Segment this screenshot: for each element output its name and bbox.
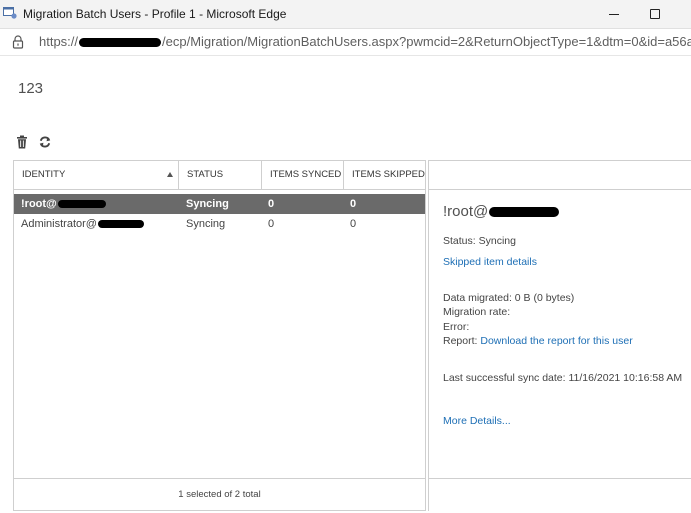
redaction-mark: [57, 200, 106, 209]
address-bar[interactable]: https:// /ecp/Migration/MigrationBatchUse…: [0, 29, 691, 56]
column-header-identity[interactable]: IDENTITY: [14, 161, 179, 189]
error-text: Error:: [443, 321, 470, 333]
items-skipped-cell: 0: [350, 218, 357, 230]
identity-text: !root@: [21, 198, 57, 210]
users-list-pane: IDENTITY STATUS ITEMS SYNCED ITEMS SKIPP…: [13, 160, 426, 511]
status-cell: Syncing: [186, 198, 229, 210]
page-heading: 123: [18, 80, 44, 97]
app-window-icon: [3, 7, 17, 19]
redaction-mark: [489, 207, 560, 218]
delete-icon[interactable]: [15, 135, 29, 149]
column-header-items-synced[interactable]: ITEMS SYNCED: [262, 161, 344, 189]
items-skipped-cell: 0: [350, 198, 357, 210]
identity-cell: Administrator@: [21, 214, 144, 234]
url-path: /ecp/Migration/MigrationBatchUsers.aspx?…: [162, 34, 691, 49]
lock-icon[interactable]: [12, 35, 24, 49]
identity-text: Administrator@: [21, 218, 97, 230]
last-sync-text: Last successful sync date: 11/16/2021 10…: [443, 372, 683, 384]
refresh-icon[interactable]: [38, 135, 52, 149]
items-synced-cell: 0: [268, 198, 275, 210]
header-divider: [14, 189, 425, 190]
minimize-button[interactable]: [591, 0, 637, 28]
header-divider: [429, 189, 691, 190]
url-text[interactable]: https:// /ecp/Migration/MigrationBatchUse…: [39, 34, 691, 49]
status-text: Status: Syncing: [443, 235, 516, 247]
table-row[interactable]: Administrator@ Syncing 0 0: [14, 214, 425, 234]
url-scheme: https://: [39, 34, 79, 49]
footer-divider: [14, 478, 425, 479]
migration-rate-text: Migration rate:: [443, 306, 511, 318]
footer-divider: [429, 478, 691, 479]
title-bar: Migration Batch Users - Profile 1 - Micr…: [0, 0, 691, 29]
detail-title-text: !root@: [443, 203, 489, 220]
maximize-button[interactable]: [637, 0, 683, 28]
status-cell: Syncing: [186, 218, 226, 230]
items-synced-cell: 0: [268, 218, 275, 230]
redaction-mark: [79, 38, 162, 48]
more-details-link[interactable]: More Details...: [443, 415, 511, 427]
user-details-pane: !root@ Status: Syncing Skipped item deta…: [428, 160, 691, 511]
column-header-items-skipped[interactable]: ITEMS SKIPPED: [344, 161, 426, 189]
sort-ascending-icon[interactable]: [167, 172, 173, 177]
report-line: Report: Download the report for this use…: [443, 335, 633, 347]
download-report-link[interactable]: Download the report for this user: [480, 335, 632, 347]
table-row[interactable]: !root@ Syncing 0 0: [14, 194, 425, 214]
report-label: Report:: [443, 335, 478, 347]
selection-count: 1 selected of 2 total: [178, 489, 261, 500]
detail-title: !root@: [443, 203, 560, 220]
identity-cell: !root@: [21, 194, 106, 214]
window-title: Migration Batch Users - Profile 1 - Micr…: [23, 7, 287, 21]
data-migrated-text: Data migrated: 0 B (0 bytes): [443, 292, 575, 304]
skipped-item-details-link[interactable]: Skipped item details: [443, 256, 537, 268]
redaction-mark: [97, 220, 144, 229]
column-header-status[interactable]: STATUS: [179, 161, 262, 189]
